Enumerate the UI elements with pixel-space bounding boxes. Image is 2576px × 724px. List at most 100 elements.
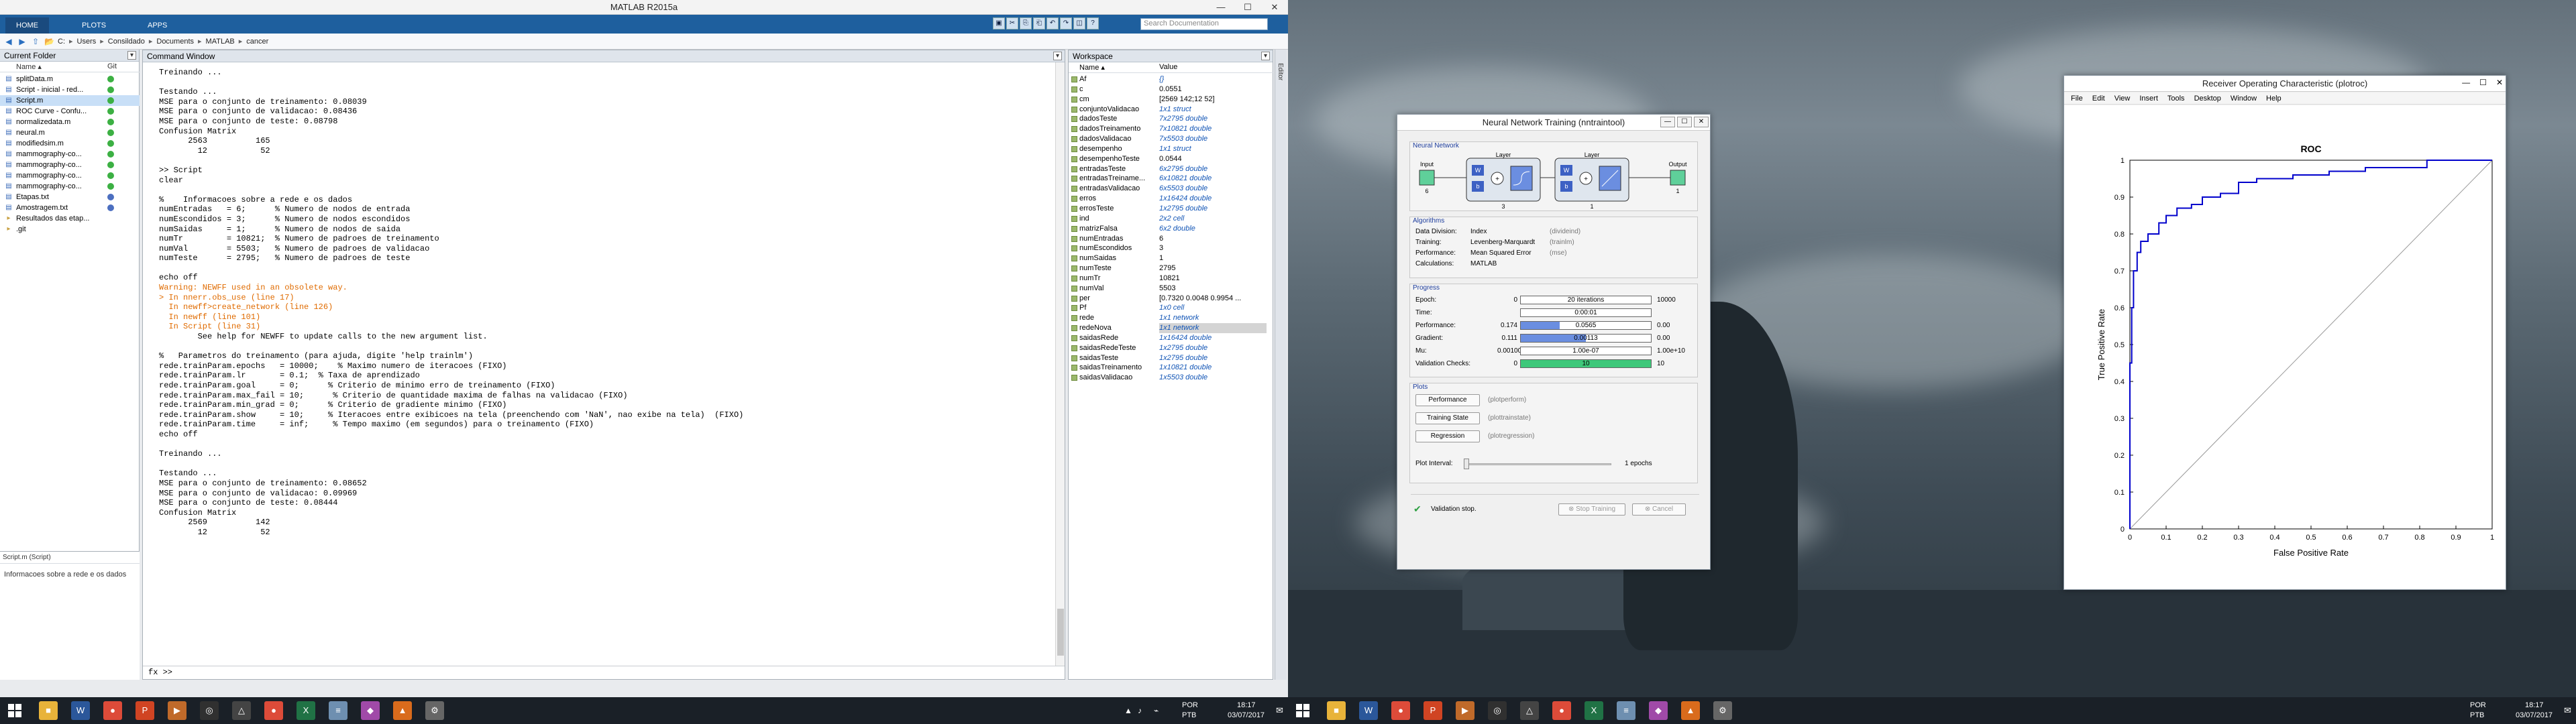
menu-tools[interactable]: Tools <box>2167 93 2185 104</box>
minimize-icon[interactable]: — <box>2462 78 2470 87</box>
workspace-variable-row[interactable]: saidasTreinamento 1x10821 double <box>1069 363 1274 373</box>
workspace-variable-row[interactable]: entradasTreiname... 6x10821 double <box>1069 174 1274 184</box>
word-icon[interactable]: W <box>71 701 90 720</box>
menu-view[interactable]: View <box>2114 93 2131 104</box>
workspace-variable-row[interactable]: numVal 5503 <box>1069 284 1274 294</box>
copy-icon[interactable]: ⎘ <box>1020 17 1032 29</box>
command-scrollbar[interactable] <box>1055 62 1065 666</box>
notepad-icon[interactable]: ≡ <box>1617 701 1635 720</box>
forward-icon[interactable]: ▶ <box>17 37 27 46</box>
powerpoint-icon[interactable]: P <box>1424 701 1442 720</box>
file-item[interactable]: ▤ mammography-co... <box>0 170 140 181</box>
folder-icon[interactable]: ■ <box>39 701 58 720</box>
file-item[interactable]: ▤ neural.m <box>0 127 140 138</box>
notifications-icon[interactable]: ✉ <box>2564 705 2571 716</box>
workspace-variable-row[interactable]: numTr 10821 <box>1069 274 1274 284</box>
command-prompt-input[interactable]: fx >> <box>143 666 1065 679</box>
switch-windows-icon[interactable]: ◫ <box>1073 17 1085 29</box>
menu-window[interactable]: Window <box>2231 93 2257 104</box>
file-item[interactable]: ▤ Script - inicial - red... <box>0 84 140 95</box>
menu-help[interactable]: Help <box>2266 93 2282 104</box>
workspace-variable-row[interactable]: cm [2569 142;12 52] <box>1069 95 1274 105</box>
workspace-variable-row[interactable]: Pf 1x0 cell <box>1069 303 1274 313</box>
menu-desktop[interactable]: Desktop <box>2194 93 2221 104</box>
obs-icon[interactable]: ◎ <box>200 701 219 720</box>
unity-icon[interactable]: △ <box>1520 701 1539 720</box>
close-icon[interactable]: ✕ <box>1694 117 1709 127</box>
file-item[interactable]: ▸ .git <box>0 224 140 235</box>
word-icon[interactable]: W <box>1359 701 1378 720</box>
workspace-variable-row[interactable]: dadosTreinamento 7x10821 double <box>1069 124 1274 134</box>
maximize-icon[interactable]: ☐ <box>1677 117 1692 127</box>
menu-edit[interactable]: Edit <box>2092 93 2105 104</box>
panel-menu-icon[interactable]: ▾ <box>127 51 136 60</box>
plot-training-state-button[interactable]: Training State <box>1415 412 1480 424</box>
video-icon[interactable]: ▶ <box>1456 701 1474 720</box>
paint-icon[interactable]: ◆ <box>361 701 380 720</box>
workspace-variable-row[interactable]: entradasTeste 6x2795 double <box>1069 164 1274 174</box>
cut-icon[interactable]: ✂ <box>1006 17 1018 29</box>
redo-icon[interactable]: ↷ <box>1060 17 1072 29</box>
network-icon[interactable]: ▲ <box>1124 706 1132 715</box>
browse-folder-icon[interactable]: 📂 <box>44 37 54 46</box>
chrome-icon[interactable]: ● <box>1552 701 1571 720</box>
plot-interval-slider-thumb[interactable] <box>1464 459 1469 469</box>
column-name[interactable]: Name ▴ <box>1079 63 1105 72</box>
workspace-variable-row[interactable]: errosTeste 1x2795 double <box>1069 204 1274 214</box>
tab-apps[interactable]: APPS <box>137 17 178 34</box>
input-language[interactable]: POR <box>1182 701 1198 709</box>
workspace-variable-row[interactable]: numSaidas 1 <box>1069 253 1274 263</box>
workspace-variable-row[interactable]: conjuntoValidacao 1x1 struct <box>1069 105 1274 115</box>
workspace-variable-row[interactable]: saidasTeste 1x2795 double <box>1069 353 1274 363</box>
file-item[interactable]: ▤ mammography-co... <box>0 181 140 192</box>
maximize-icon[interactable]: ☐ <box>2479 78 2487 87</box>
stop-training-button[interactable]: ⊗ Stop Training <box>1558 503 1625 516</box>
minimize-icon[interactable]: — <box>1208 0 1234 15</box>
workspace-variable-row[interactable]: saidasRede 1x16424 double <box>1069 333 1274 343</box>
plot-regression-button[interactable]: Regression <box>1415 430 1480 442</box>
settings-icon[interactable]: ⚙ <box>425 701 444 720</box>
column-value[interactable]: Value <box>1159 63 1177 71</box>
column-name[interactable]: Name ▴ <box>16 62 42 71</box>
workspace-variable-row[interactable]: dadosTeste 7x2795 double <box>1069 114 1274 124</box>
workspace-variable-row[interactable]: redeNova 1x1 network <box>1069 323 1274 333</box>
breadcrumb-users[interactable]: Users <box>77 38 97 46</box>
powerpoint-icon[interactable]: P <box>136 701 154 720</box>
file-item[interactable]: ▤ ROC Curve - Confu... <box>0 106 140 117</box>
file-item[interactable]: ▤ Script.m <box>0 95 140 106</box>
chrome-icon[interactable]: ● <box>103 701 122 720</box>
chrome-icon[interactable]: ● <box>264 701 283 720</box>
breadcrumb-drive[interactable]: C: <box>58 38 65 46</box>
obs-icon[interactable]: ◎ <box>1488 701 1507 720</box>
workspace-variable-row[interactable]: rede 1x1 network <box>1069 313 1274 323</box>
plot-performance-button[interactable]: Performance <box>1415 394 1480 406</box>
workspace-variable-row[interactable]: matrizFalsa 6x2 double <box>1069 224 1274 234</box>
breadcrumb-user[interactable]: Consildado <box>108 38 145 46</box>
start-button[interactable] <box>8 704 21 717</box>
chrome-icon[interactable]: ● <box>1391 701 1410 720</box>
cancel-button[interactable]: ⊗ Cancel <box>1632 503 1686 516</box>
start-button[interactable] <box>1296 704 1309 717</box>
workspace-variable-row[interactable]: per [0.7320 0.0048 0.9954 ... <box>1069 294 1274 304</box>
up-folder-icon[interactable]: ⇧ <box>31 37 40 46</box>
workspace-variable-row[interactable]: desempenho 1x1 struct <box>1069 144 1274 154</box>
close-icon[interactable]: ✕ <box>1261 0 1288 15</box>
tab-home[interactable]: HOME <box>5 17 49 34</box>
plot-interval-slider[interactable] <box>1464 463 1611 465</box>
panel-menu-icon[interactable]: ▾ <box>1261 52 1270 60</box>
help-icon[interactable]: ? <box>1087 17 1099 29</box>
close-icon[interactable]: ✕ <box>2496 78 2503 87</box>
notifications-icon[interactable]: ✉ <box>1276 705 1283 716</box>
settings-icon[interactable]: ⚙ <box>1713 701 1732 720</box>
input-language-layout[interactable]: PTB <box>1182 711 1196 719</box>
breadcrumb-cancer[interactable]: cancer <box>246 38 268 46</box>
menu-insert[interactable]: Insert <box>2139 93 2158 104</box>
save-icon[interactable]: ▣ <box>993 17 1005 29</box>
workspace-variable-row[interactable]: saidasValidacao 1x5503 double <box>1069 373 1274 383</box>
video-icon[interactable]: ▶ <box>168 701 186 720</box>
panel-menu-icon[interactable]: ▾ <box>1053 52 1062 60</box>
file-item[interactable]: ▤ mammography-co... <box>0 160 140 170</box>
paste-icon[interactable]: ⎗ <box>1033 17 1045 29</box>
clock-date[interactable]: 03/07/2017 <box>1228 711 1265 719</box>
column-git[interactable]: Git <box>107 62 117 70</box>
